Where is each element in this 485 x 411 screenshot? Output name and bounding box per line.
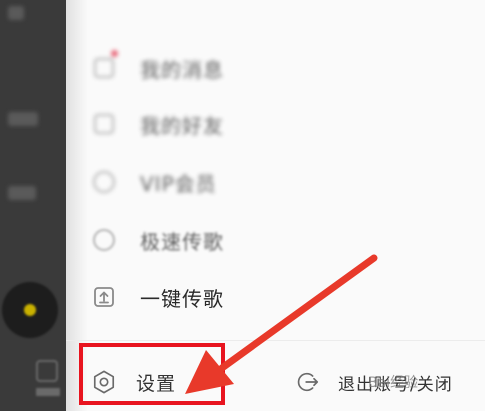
logout-icon	[296, 370, 320, 394]
background-app-dimmed[interactable]	[0, 0, 66, 411]
menu-item-friends[interactable]: 我的好友	[92, 104, 224, 144]
menu-item-vip[interactable]: VIP会员	[92, 162, 217, 202]
menu-item-label: 我的消息	[140, 57, 224, 82]
unread-dot	[111, 50, 118, 57]
menu-item-fast-transfer[interactable]: 极速传歌	[92, 220, 224, 260]
background-text	[8, 112, 38, 126]
vip-icon	[92, 170, 116, 194]
hexagon-settings-icon	[92, 370, 116, 394]
menu-item-label: 我的好友	[140, 113, 224, 138]
settings-button[interactable]: 设置	[92, 364, 176, 400]
menu-item-one-click-transfer[interactable]: 一键传歌	[92, 277, 224, 317]
wifi-transfer-icon	[92, 228, 116, 252]
friends-icon	[92, 112, 116, 136]
message-icon	[92, 50, 118, 80]
screen: 我的消息 我的好友 VIP会员 极速传歌 一键传歌 设置 退出账号/关闭 Bai…	[0, 0, 485, 411]
drawer-shadow	[66, 0, 88, 411]
background-avatar	[2, 282, 58, 338]
background-text	[8, 6, 24, 20]
footer-divider	[66, 340, 485, 341]
menu-item-messages[interactable]: 我的消息	[92, 48, 224, 88]
menu-item-label: 一键传歌	[140, 286, 224, 311]
background-text	[8, 186, 36, 200]
background-nav-label	[36, 388, 60, 396]
watermark: Bai经验	[368, 375, 419, 391]
menu-item-label: VIP会员	[140, 171, 217, 196]
settings-label: 设置	[136, 372, 177, 395]
menu-item-label: 极速传歌	[140, 229, 224, 254]
upload-icon	[92, 285, 116, 309]
background-nav-icon	[36, 360, 58, 382]
